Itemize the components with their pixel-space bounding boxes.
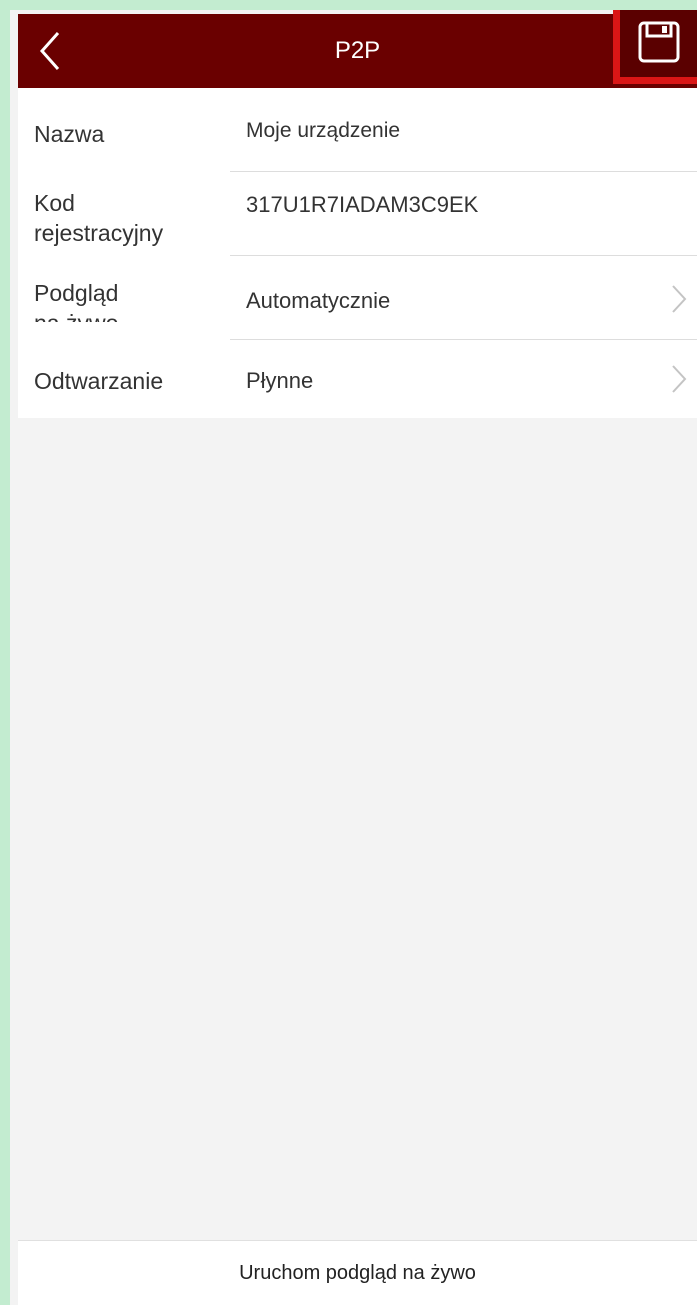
name-label: Nazwa xyxy=(34,121,105,147)
save-button[interactable] xyxy=(613,10,697,84)
floppy-disk-icon xyxy=(638,21,680,63)
registration-code-field[interactable]: 317U1R7IADAM3C9EK xyxy=(246,190,478,220)
start-live-view-button[interactable]: Uruchom podgląd na żywo xyxy=(18,1240,697,1305)
row-playback[interactable]: Odtwarzanie Płynne xyxy=(18,340,697,418)
page-title: P2P xyxy=(334,37,381,64)
registration-code-label: Kod rejestracyjny xyxy=(34,188,163,248)
registration-code-label-line1: Kod xyxy=(34,190,75,216)
playback-value: Płynne xyxy=(246,368,314,393)
back-button[interactable] xyxy=(28,24,72,78)
name-field[interactable]: Moje urządzenie xyxy=(246,116,400,146)
chevron-right-icon xyxy=(672,285,687,313)
chevron-left-icon xyxy=(39,32,60,70)
row-registration-code[interactable]: Kod rejestracyjny 317U1R7IADAM3C9EK xyxy=(18,172,697,256)
settings-list: Nazwa Moje urządzenie Kod rejestracyjny … xyxy=(18,88,697,418)
live-view-label-line1: Podgląd xyxy=(34,280,119,306)
app-screen: P2P Nazwa Moje urządzenie Kod rejestracy… xyxy=(10,10,697,1305)
live-view-value: Automatycznie xyxy=(246,288,391,313)
row-live-view[interactable]: Podgląd na żywo Automatycznie xyxy=(18,256,697,340)
registration-code-label-line2: rejestracyjny xyxy=(34,220,164,246)
row-name[interactable]: Nazwa Moje urządzenie xyxy=(18,88,697,172)
top-bar: P2P xyxy=(18,10,697,88)
playback-label: Odtwarzanie xyxy=(34,368,164,394)
chevron-right-icon xyxy=(672,365,687,393)
live-view-label: Podgląd na żywo xyxy=(34,278,118,322)
live-view-label-line2: na żywo xyxy=(34,310,118,322)
save-button-face xyxy=(620,10,697,77)
